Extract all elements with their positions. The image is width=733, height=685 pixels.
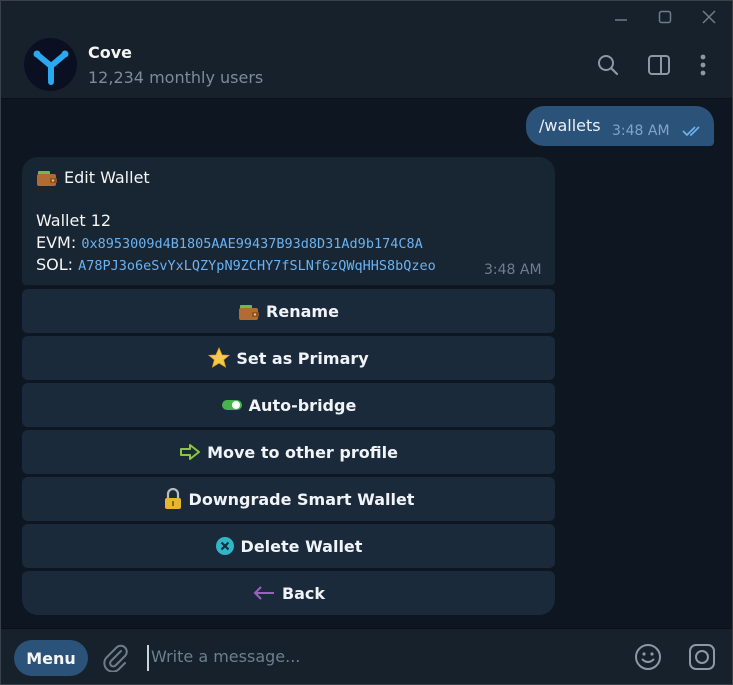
search-icon [598, 55, 619, 76]
delete-wallet-button[interactable]: Delete Wallet [22, 524, 555, 568]
sidebar-toggle-button[interactable] [646, 52, 672, 78]
search-button[interactable] [595, 52, 621, 78]
downgrade-button[interactable]: Downgrade Smart Wallet [22, 477, 555, 521]
close-icon [702, 10, 716, 24]
emoji-button[interactable] [633, 642, 663, 672]
double-check-icon [682, 126, 700, 137]
cove-logo-icon [33, 50, 68, 85]
move-profile-button[interactable]: Move to other profile [22, 430, 555, 474]
outgoing-message-time: 3:48 AM [612, 123, 670, 139]
menu-button[interactable]: Menu [14, 640, 88, 676]
auto-bridge-label: Auto-bridge [248, 395, 357, 415]
camera-button[interactable] [687, 642, 717, 672]
more-button[interactable] [690, 52, 716, 78]
message-list[interactable]: /wallets 3:48 AM Edit Wallet Wallet 12 E… [1, 100, 732, 626]
rename-label: Rename [266, 301, 339, 321]
message-title-text: Edit Wallet [64, 167, 150, 187]
lock-icon [163, 488, 183, 510]
chat-subtitle: 12,234 monthly users [88, 68, 264, 87]
move-profile-label: Move to other profile [207, 442, 398, 462]
sol-address[interactable]: A78PJ3o6eSvYxLQZYpN9ZCHY7fSLNf6zQWqHHS8b… [78, 258, 436, 274]
more-vertical-icon [700, 54, 706, 76]
close-button[interactable] [687, 3, 731, 31]
arrow-left-icon [252, 586, 276, 600]
set-primary-button[interactable]: Set as Primary [22, 336, 555, 380]
maximize-button[interactable] [643, 3, 687, 31]
sol-label: SOL: [36, 255, 79, 274]
app-window: Cove 12,234 monthly users /wallets 3:48 … [0, 0, 733, 685]
toggle-icon [221, 398, 243, 412]
avatar[interactable] [24, 38, 77, 91]
paperclip-icon [103, 644, 128, 673]
chat-title[interactable]: Cove [88, 43, 132, 62]
attach-button[interactable] [101, 642, 129, 673]
camera-icon [689, 644, 715, 670]
downgrade-label: Downgrade Smart Wallet [188, 489, 415, 509]
minimize-button[interactable] [599, 3, 643, 31]
outgoing-message[interactable]: /wallets 3:48 AM [526, 106, 714, 146]
smile-icon [635, 644, 661, 670]
outgoing-message-text: /wallets [539, 116, 601, 135]
auto-bridge-button[interactable]: Auto-bridge [22, 383, 555, 427]
incoming-message[interactable]: Edit Wallet Wallet 12 EVM: 0x8953009d4B1… [22, 157, 555, 285]
back-label: Back [281, 583, 326, 603]
evm-address[interactable]: 0x8953009d4B1805AAE99437B93d8D31Ad9b174C… [81, 236, 422, 252]
chat-header[interactable]: Cove 12,234 monthly users [1, 33, 732, 99]
rename-button[interactable]: Rename [22, 289, 555, 333]
back-button[interactable]: Back [22, 571, 555, 615]
set-primary-label: Set as Primary [236, 348, 369, 368]
cross-icon [215, 536, 235, 556]
wallet-name: Wallet 12 [36, 211, 112, 230]
sidebar-icon [648, 55, 670, 75]
message-input[interactable]: Write a message... [147, 645, 607, 671]
title-bar [1, 1, 732, 33]
maximize-icon [658, 10, 672, 24]
message-title: Edit Wallet [36, 167, 150, 187]
evm-label: EVM: [36, 233, 82, 252]
arrow-right-icon [179, 443, 201, 461]
incoming-message-time: 3:48 AM [484, 262, 542, 278]
delete-wallet-label: Delete Wallet [240, 536, 363, 556]
minimize-icon [615, 19, 627, 21]
sol-address-line: SOL: A78PJ3o6eSvYxLQZYpN9ZCHY7fSLNf6zQWq… [36, 255, 436, 274]
composer: Menu Write a message... [1, 628, 732, 684]
wallet-icon [238, 301, 260, 321]
evm-address-line: EVM: 0x8953009d4B1805AAE99437B93d8D31Ad9… [36, 233, 423, 252]
star-icon [208, 347, 231, 369]
wallet-icon [37, 171, 57, 186]
